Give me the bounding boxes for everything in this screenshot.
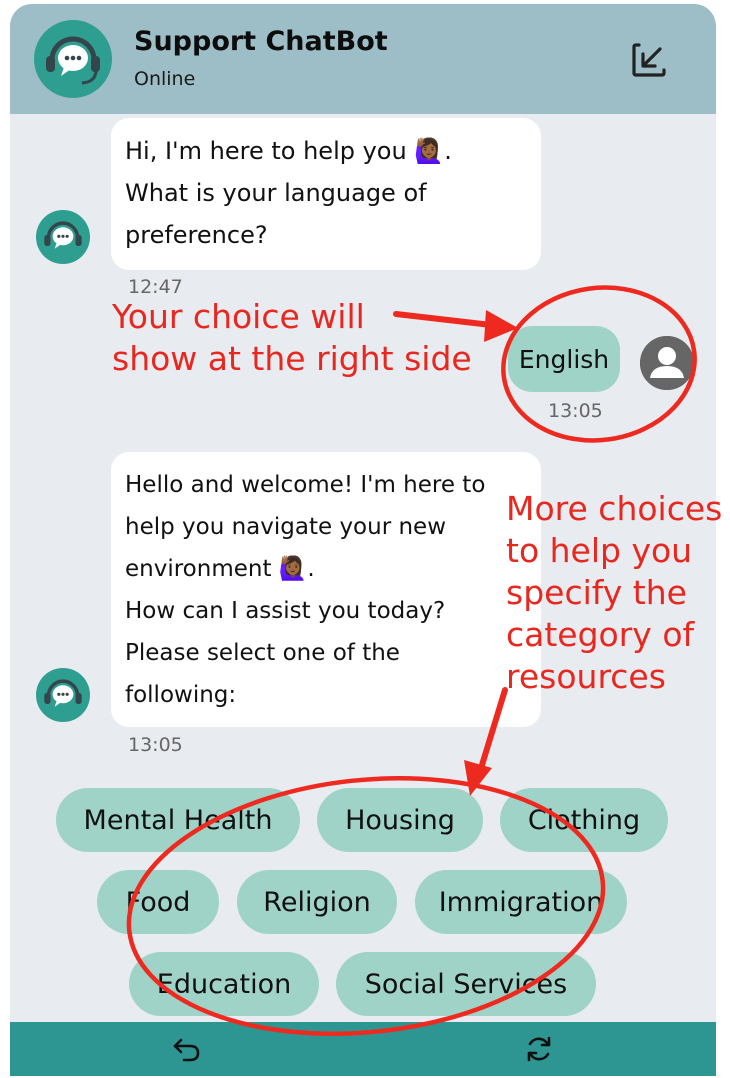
bot-message-bubble: Hello and welcome! I'm here to help you … xyxy=(111,452,541,727)
message-line: help you navigate your new xyxy=(125,514,447,540)
bot-avatar xyxy=(36,668,90,722)
user-avatar-icon xyxy=(640,336,694,390)
bot-message-bubble: Hi, I'm here to help you 🙋🏾‍♀️. What is … xyxy=(111,118,541,270)
message-line: following: xyxy=(125,682,237,708)
annotation-line: Your choice will xyxy=(112,297,365,336)
message-timestamp: 13:05 xyxy=(128,734,183,756)
annotation-more-choices: More choices to help you specify the cat… xyxy=(506,488,722,698)
choice-mental-health[interactable]: Mental Health xyxy=(56,788,300,852)
choice-religion[interactable]: Religion xyxy=(237,870,397,934)
chat-header: Support ChatBot Online xyxy=(10,4,716,114)
bot-avatar xyxy=(36,210,90,264)
annotation-line: category of xyxy=(506,615,695,654)
annotation-line: specify the xyxy=(506,573,687,612)
minimize-arrow-icon[interactable] xyxy=(630,40,670,80)
annotation-line: to help you xyxy=(506,531,693,570)
chat-title: Support ChatBot xyxy=(134,26,388,57)
message-timestamp: 12:47 xyxy=(128,276,183,298)
headset-chat-icon xyxy=(34,20,112,98)
online-status: Online xyxy=(134,68,196,90)
user-message-bubble: English xyxy=(508,326,620,392)
annotation-right-side: Your choice will show at the right side xyxy=(112,296,472,380)
message-line: How can I assist you today? xyxy=(125,598,446,624)
choice-food[interactable]: Food xyxy=(97,870,219,934)
message-line: Please select one of the xyxy=(125,640,400,666)
annotation-line: show at the right side xyxy=(112,339,472,378)
message-line: preference? xyxy=(125,221,268,249)
chat-footer xyxy=(10,1022,716,1076)
choice-housing[interactable]: Housing xyxy=(317,788,483,852)
choice-social-services[interactable]: Social Services xyxy=(336,952,596,1016)
choice-clothing[interactable]: Clothing xyxy=(500,788,668,852)
message-line: What is your language of xyxy=(125,179,427,207)
annotation-line: More choices xyxy=(506,489,723,528)
refresh-icon[interactable] xyxy=(522,1032,556,1066)
undo-arrow-icon[interactable] xyxy=(170,1032,204,1066)
annotation-line: resources xyxy=(506,657,666,696)
choice-education[interactable]: Education xyxy=(129,952,319,1016)
message-line: Hello and welcome! I'm here to xyxy=(125,472,486,498)
message-line: environment 🙋🏾‍♀️. xyxy=(125,556,315,582)
message-line: Hi, I'm here to help you 🙋🏾‍♀️. xyxy=(125,137,452,165)
message-timestamp: 13:05 xyxy=(548,400,603,422)
choice-immigration[interactable]: Immigration xyxy=(415,870,627,934)
